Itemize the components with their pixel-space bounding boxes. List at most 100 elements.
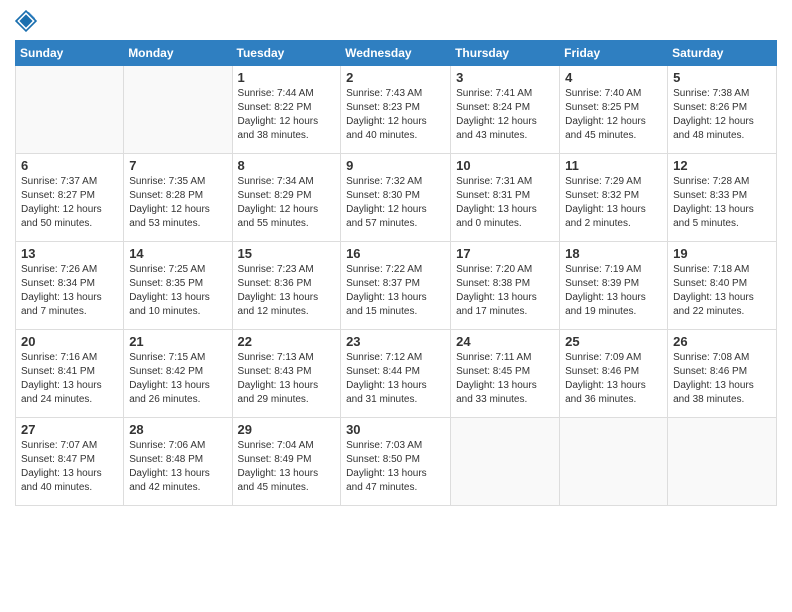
day-number: 21 xyxy=(129,334,226,349)
day-info: Sunrise: 7:43 AM Sunset: 8:23 PM Dayligh… xyxy=(346,87,445,143)
day-number: 13 xyxy=(21,246,118,261)
day-number: 10 xyxy=(456,158,554,173)
day-number: 6 xyxy=(21,158,118,173)
day-info: Sunrise: 7:11 AM Sunset: 8:45 PM Dayligh… xyxy=(456,351,554,407)
day-number: 26 xyxy=(673,334,771,349)
calendar-cell: 30 Sunrise: 7:03 AM Sunset: 8:50 PM Dayli… xyxy=(341,418,451,506)
day-number: 29 xyxy=(238,422,336,437)
day-info: Sunrise: 7:20 AM Sunset: 8:38 PM Dayligh… xyxy=(456,263,554,319)
day-number: 17 xyxy=(456,246,554,261)
day-info: Sunrise: 7:06 AM Sunset: 8:48 PM Dayligh… xyxy=(129,439,226,495)
calendar-header-monday: Monday xyxy=(124,41,232,66)
calendar-header-wednesday: Wednesday xyxy=(341,41,451,66)
day-number: 25 xyxy=(565,334,662,349)
calendar-cell: 28 Sunrise: 7:06 AM Sunset: 8:48 PM Dayli… xyxy=(124,418,232,506)
day-number: 14 xyxy=(129,246,226,261)
page: SundayMondayTuesdayWednesdayThursdayFrid… xyxy=(0,0,792,612)
day-info: Sunrise: 7:22 AM Sunset: 8:37 PM Dayligh… xyxy=(346,263,445,319)
day-number: 8 xyxy=(238,158,336,173)
calendar-cell: 11 Sunrise: 7:29 AM Sunset: 8:32 PM Dayli… xyxy=(560,154,668,242)
day-info: Sunrise: 7:18 AM Sunset: 8:40 PM Dayligh… xyxy=(673,263,771,319)
calendar-cell: 25 Sunrise: 7:09 AM Sunset: 8:46 PM Dayli… xyxy=(560,330,668,418)
day-number: 9 xyxy=(346,158,445,173)
calendar-week-row: 6 Sunrise: 7:37 AM Sunset: 8:27 PM Daylig… xyxy=(16,154,777,242)
calendar-week-row: 27 Sunrise: 7:07 AM Sunset: 8:47 PM Dayli… xyxy=(16,418,777,506)
header xyxy=(15,10,777,32)
day-number: 16 xyxy=(346,246,445,261)
calendar-cell: 29 Sunrise: 7:04 AM Sunset: 8:49 PM Dayli… xyxy=(232,418,341,506)
day-info: Sunrise: 7:04 AM Sunset: 8:49 PM Dayligh… xyxy=(238,439,336,495)
day-number: 5 xyxy=(673,70,771,85)
day-info: Sunrise: 7:34 AM Sunset: 8:29 PM Dayligh… xyxy=(238,175,336,231)
calendar-cell: 22 Sunrise: 7:13 AM Sunset: 8:43 PM Dayli… xyxy=(232,330,341,418)
calendar-header-row: SundayMondayTuesdayWednesdayThursdayFrid… xyxy=(16,41,777,66)
day-number: 7 xyxy=(129,158,226,173)
day-number: 12 xyxy=(673,158,771,173)
day-info: Sunrise: 7:38 AM Sunset: 8:26 PM Dayligh… xyxy=(673,87,771,143)
day-number: 3 xyxy=(456,70,554,85)
day-info: Sunrise: 7:37 AM Sunset: 8:27 PM Dayligh… xyxy=(21,175,118,231)
calendar-header-sunday: Sunday xyxy=(16,41,124,66)
day-number: 27 xyxy=(21,422,118,437)
calendar-cell: 4 Sunrise: 7:40 AM Sunset: 8:25 PM Daylig… xyxy=(560,66,668,154)
calendar-cell xyxy=(124,66,232,154)
calendar-cell: 1Sunrise: 7:44 AM Sunset: 8:22 PM Daylig… xyxy=(232,66,341,154)
day-info: Sunrise: 7:41 AM Sunset: 8:24 PM Dayligh… xyxy=(456,87,554,143)
day-info: Sunrise: 7:16 AM Sunset: 8:41 PM Dayligh… xyxy=(21,351,118,407)
calendar-cell: 5 Sunrise: 7:38 AM Sunset: 8:26 PM Daylig… xyxy=(668,66,777,154)
day-number: 11 xyxy=(565,158,662,173)
calendar-cell: 13 Sunrise: 7:26 AM Sunset: 8:34 PM Dayli… xyxy=(16,242,124,330)
calendar-header-saturday: Saturday xyxy=(668,41,777,66)
day-info: Sunrise: 7:13 AM Sunset: 8:43 PM Dayligh… xyxy=(238,351,336,407)
calendar-header-friday: Friday xyxy=(560,41,668,66)
day-info: Sunrise: 7:09 AM Sunset: 8:46 PM Dayligh… xyxy=(565,351,662,407)
day-info: Sunrise: 7:40 AM Sunset: 8:25 PM Dayligh… xyxy=(565,87,662,143)
day-number: 22 xyxy=(238,334,336,349)
calendar-cell: 15 Sunrise: 7:23 AM Sunset: 8:36 PM Dayli… xyxy=(232,242,341,330)
day-number: 15 xyxy=(238,246,336,261)
calendar-cell: 18 Sunrise: 7:19 AM Sunset: 8:39 PM Dayli… xyxy=(560,242,668,330)
calendar-cell: 27 Sunrise: 7:07 AM Sunset: 8:47 PM Dayli… xyxy=(16,418,124,506)
day-number: 2 xyxy=(346,70,445,85)
calendar-cell xyxy=(16,66,124,154)
calendar-cell: 17 Sunrise: 7:20 AM Sunset: 8:38 PM Dayli… xyxy=(451,242,560,330)
day-info: Sunrise: 7:29 AM Sunset: 8:32 PM Dayligh… xyxy=(565,175,662,231)
day-number: 20 xyxy=(21,334,118,349)
day-info: Sunrise: 7:08 AM Sunset: 8:46 PM Dayligh… xyxy=(673,351,771,407)
day-number: 30 xyxy=(346,422,445,437)
calendar-cell: 9 Sunrise: 7:32 AM Sunset: 8:30 PM Daylig… xyxy=(341,154,451,242)
day-info: Sunrise: 7:03 AM Sunset: 8:50 PM Dayligh… xyxy=(346,439,445,495)
day-number: 28 xyxy=(129,422,226,437)
day-info: Sunrise: 7:26 AM Sunset: 8:34 PM Dayligh… xyxy=(21,263,118,319)
day-info: Sunrise: 7:31 AM Sunset: 8:31 PM Dayligh… xyxy=(456,175,554,231)
day-info: Sunrise: 7:19 AM Sunset: 8:39 PM Dayligh… xyxy=(565,263,662,319)
calendar-cell: 21 Sunrise: 7:15 AM Sunset: 8:42 PM Dayli… xyxy=(124,330,232,418)
day-info: Sunrise: 7:32 AM Sunset: 8:30 PM Dayligh… xyxy=(346,175,445,231)
day-info: Sunrise: 7:23 AM Sunset: 8:36 PM Dayligh… xyxy=(238,263,336,319)
calendar-cell: 26 Sunrise: 7:08 AM Sunset: 8:46 PM Dayli… xyxy=(668,330,777,418)
day-number: 23 xyxy=(346,334,445,349)
day-info: Sunrise: 7:07 AM Sunset: 8:47 PM Dayligh… xyxy=(21,439,118,495)
calendar-cell: 23Sunrise: 7:12 AM Sunset: 8:44 PM Dayli… xyxy=(341,330,451,418)
day-info: Sunrise: 7:15 AM Sunset: 8:42 PM Dayligh… xyxy=(129,351,226,407)
calendar-cell: 24 Sunrise: 7:11 AM Sunset: 8:45 PM Dayli… xyxy=(451,330,560,418)
calendar-week-row: 1Sunrise: 7:44 AM Sunset: 8:22 PM Daylig… xyxy=(16,66,777,154)
day-info: Sunrise: 7:28 AM Sunset: 8:33 PM Dayligh… xyxy=(673,175,771,231)
calendar-cell: 2 Sunrise: 7:43 AM Sunset: 8:23 PM Daylig… xyxy=(341,66,451,154)
calendar-cell: 12 Sunrise: 7:28 AM Sunset: 8:33 PM Dayli… xyxy=(668,154,777,242)
calendar-cell: 7Sunrise: 7:35 AM Sunset: 8:28 PM Daylig… xyxy=(124,154,232,242)
calendar-header-tuesday: Tuesday xyxy=(232,41,341,66)
day-number: 19 xyxy=(673,246,771,261)
calendar-week-row: 20 Sunrise: 7:16 AM Sunset: 8:41 PM Dayli… xyxy=(16,330,777,418)
day-number: 18 xyxy=(565,246,662,261)
calendar-cell: 3 Sunrise: 7:41 AM Sunset: 8:24 PM Daylig… xyxy=(451,66,560,154)
logo-icon xyxy=(15,10,37,32)
calendar-cell: 20 Sunrise: 7:16 AM Sunset: 8:41 PM Dayli… xyxy=(16,330,124,418)
calendar-cell: 14 Sunrise: 7:25 AM Sunset: 8:35 PM Dayli… xyxy=(124,242,232,330)
calendar-table: SundayMondayTuesdayWednesdayThursdayFrid… xyxy=(15,40,777,506)
calendar-cell: 16 Sunrise: 7:22 AM Sunset: 8:37 PM Dayli… xyxy=(341,242,451,330)
logo xyxy=(15,10,39,32)
day-number: 24 xyxy=(456,334,554,349)
day-info: Sunrise: 7:25 AM Sunset: 8:35 PM Dayligh… xyxy=(129,263,226,319)
day-number: 4 xyxy=(565,70,662,85)
